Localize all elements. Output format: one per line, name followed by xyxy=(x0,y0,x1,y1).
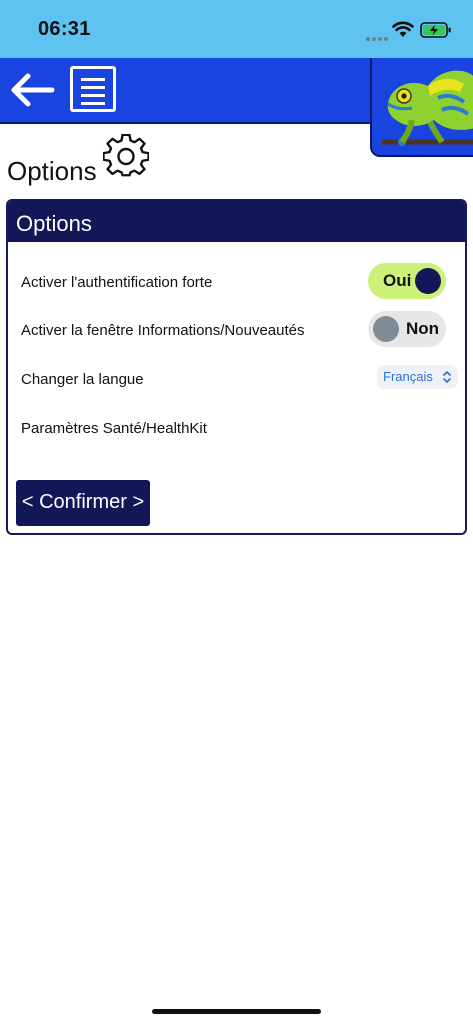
toggle-knob xyxy=(415,268,441,294)
status-time: 06:31 xyxy=(38,18,91,40)
battery-charging-icon xyxy=(420,22,451,38)
app-logo xyxy=(370,58,473,157)
chevron-up-down-icon xyxy=(443,371,451,383)
health-settings-link[interactable]: Paramètres Santé/HealthKit xyxy=(21,420,207,437)
strong-auth-toggle[interactable]: Oui xyxy=(368,263,446,299)
news-window-toggle[interactable]: Non xyxy=(368,311,446,347)
chameleon-logo xyxy=(382,70,473,146)
status-bar: 06:31 xyxy=(0,0,473,58)
menu-button[interactable] xyxy=(70,66,116,112)
toggle-knob xyxy=(373,316,399,342)
gear-icon xyxy=(103,134,149,177)
strong-auth-toggle-text: Oui xyxy=(383,271,412,290)
card-title: Options xyxy=(8,201,465,242)
confirm-button[interactable]: < Confirmer > xyxy=(16,480,150,526)
home-indicator[interactable] xyxy=(152,1009,321,1014)
arrow-left-icon xyxy=(11,73,55,107)
signal-dots-icon xyxy=(366,28,390,41)
language-selected-value: Français xyxy=(383,369,433,384)
options-card: Options Activer l'authentification forte… xyxy=(6,199,467,535)
page-title: Options xyxy=(7,156,97,186)
wifi-icon xyxy=(392,21,414,37)
back-button[interactable] xyxy=(8,70,56,110)
strong-auth-label: Activer l'authentification forte xyxy=(21,274,213,291)
language-select[interactable]: Français xyxy=(377,365,458,389)
news-window-toggle-text: Non xyxy=(406,319,440,338)
news-window-label: Activer la fenêtre Informations/Nouveaut… xyxy=(21,322,305,339)
language-label: Changer la langue xyxy=(21,371,144,388)
